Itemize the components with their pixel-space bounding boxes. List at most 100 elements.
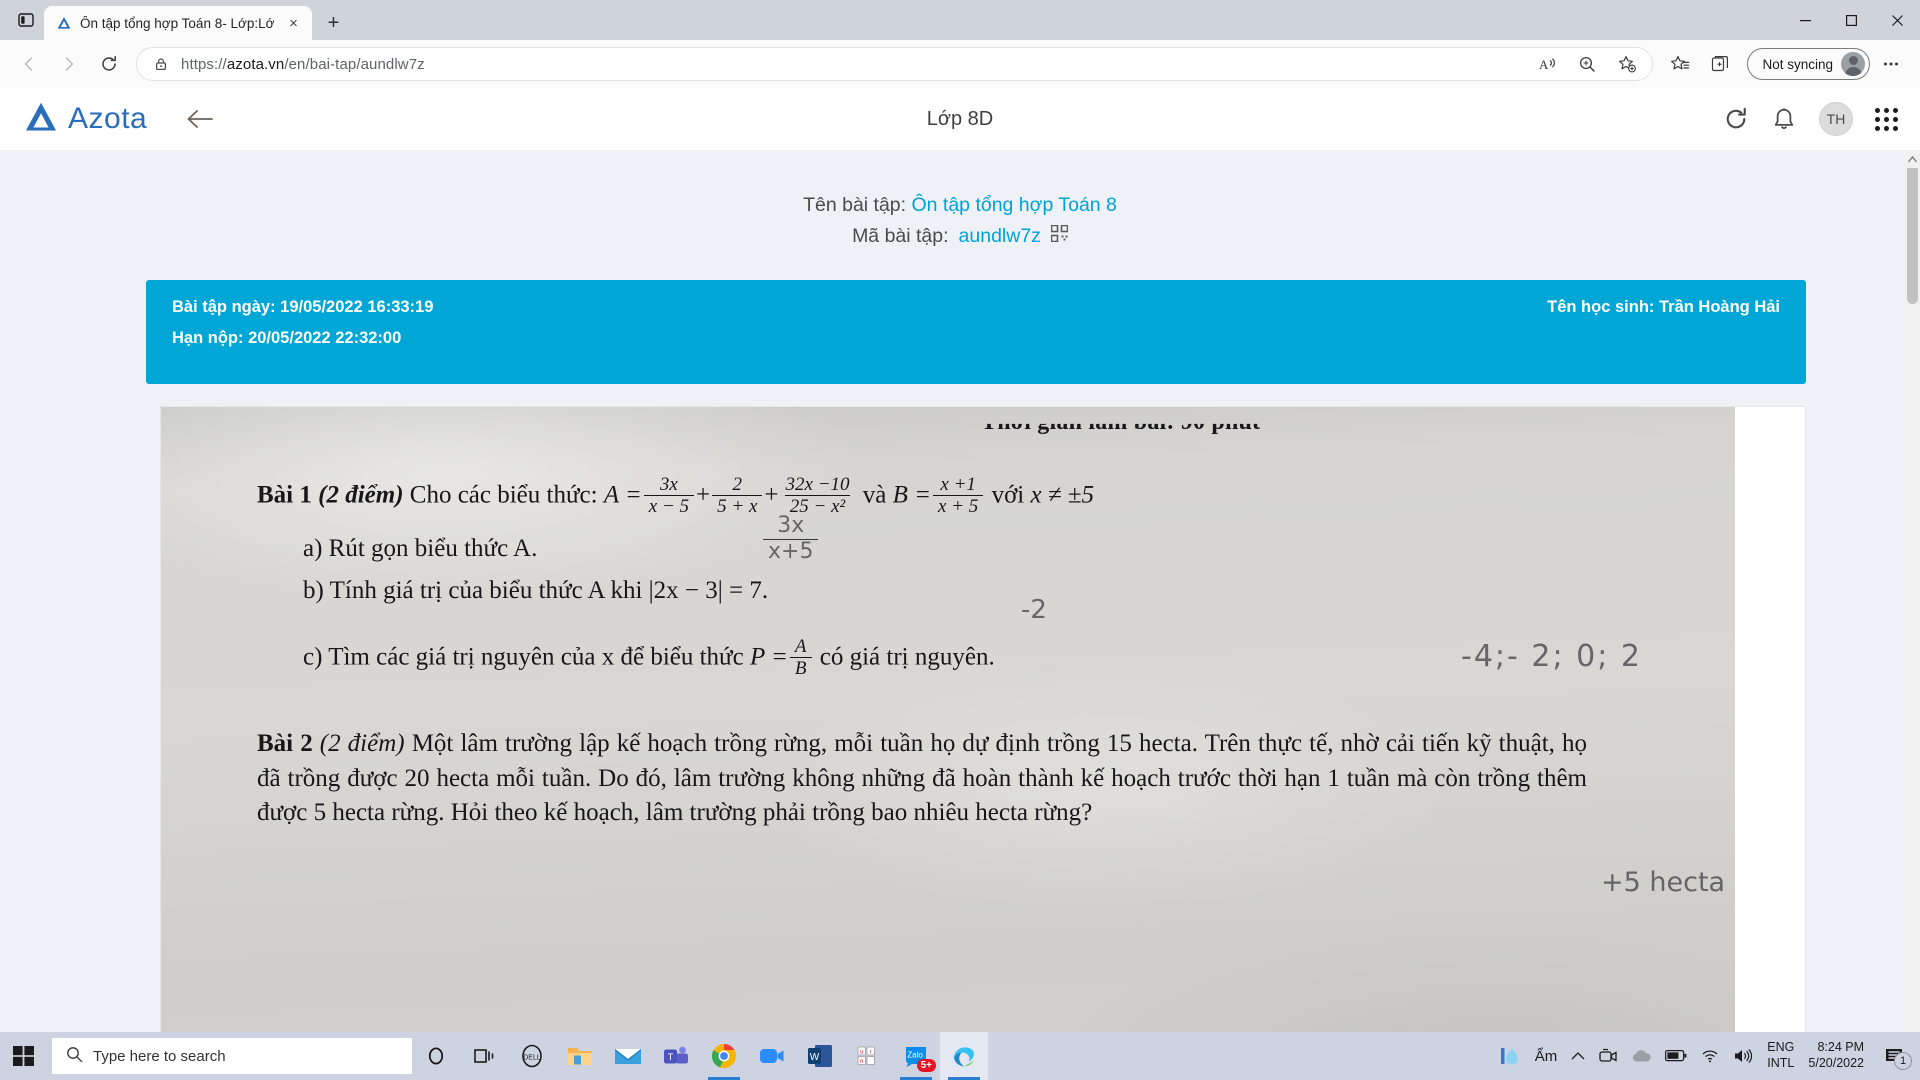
- svg-text:A: A: [1539, 57, 1549, 72]
- assignment-code-value[interactable]: aundlw7z: [959, 225, 1041, 248]
- clock-time: 8:24 PM: [1817, 1040, 1864, 1055]
- browser-titlebar: Ôn tập tổng hợp Toán 8- Lớp:Lớ × +: [0, 0, 1920, 40]
- handwriting-answer-c: -4;- 2; 0; 2: [1461, 639, 1642, 674]
- svg-text:W: W: [810, 1052, 820, 1063]
- mail-icon[interactable]: [604, 1032, 652, 1080]
- onedrive-icon[interactable]: [1631, 1049, 1651, 1063]
- tab-title: Ôn tập tổng hợp Toán 8- Lớp:Lớ: [80, 15, 275, 31]
- search-input[interactable]: Type here to search: [52, 1038, 412, 1074]
- bell-icon[interactable]: [1771, 106, 1797, 132]
- scrollbar-thumb[interactable]: [1907, 154, 1918, 304]
- page-scroll-area: Tên bài tập: Ôn tập tổng hợp Toán 8 Mã b…: [0, 150, 1920, 1032]
- am-label[interactable]: Ẩm: [1535, 1048, 1558, 1065]
- add-favorite-icon[interactable]: [1608, 45, 1646, 83]
- qr-code-icon[interactable]: [1050, 224, 1069, 248]
- assignment-name-value: Ôn tập tổng hợp Toán 8: [911, 194, 1117, 216]
- page-scrollbar[interactable]: [1904, 150, 1920, 1032]
- file-explorer-icon[interactable]: [556, 1032, 604, 1080]
- browser-window: Ôn tập tổng hợp Toán 8- Lớp:Lớ × + https…: [0, 0, 1920, 1080]
- collections-icon[interactable]: [1701, 45, 1739, 83]
- windows-taskbar: Type here to search DELL T W uin Zalo 5+…: [0, 1032, 1920, 1080]
- task-view-icon[interactable]: [460, 1032, 508, 1080]
- svg-text:DELL: DELL: [523, 1055, 541, 1062]
- app-back-button[interactable]: [185, 108, 215, 130]
- doc-frac-1: 3x x − 5: [643, 474, 695, 518]
- doc-frac-2: 25 + x: [712, 474, 763, 518]
- svg-text:i: i: [870, 1050, 871, 1056]
- profile-button[interactable]: Not syncing: [1747, 48, 1870, 80]
- doc-bai2: Bài 2 (2 điểm) Một lâm trường lập kế hoạ…: [257, 727, 1587, 831]
- assignment-code-line: Mã bài tập: aundlw7z: [0, 224, 1920, 248]
- zalo-icon[interactable]: Zalo 5+: [892, 1032, 940, 1080]
- unikey-icon[interactable]: u i n: [844, 1032, 892, 1080]
- doc-bai1-c: c) Tìm các giá trị nguyên của x để biểu …: [303, 636, 995, 681]
- battery-icon[interactable]: [1665, 1050, 1687, 1062]
- doc-frac-4: x +1 x + 5: [933, 474, 984, 518]
- close-icon[interactable]: ×: [282, 12, 304, 34]
- new-tab-button[interactable]: +: [316, 6, 350, 40]
- assignment-info-bar: Bài tập ngày: 19/05/2022 16:33:19 Hạn nộ…: [146, 280, 1806, 384]
- azota-logo-icon: [22, 98, 60, 141]
- doc-bai1-line: Bài 1 (2 điểm) Cho các biểu thức: A = 3x x…: [257, 474, 1677, 519]
- doc-plus-2: +: [764, 481, 779, 509]
- windows-start-icon[interactable]: [0, 1032, 48, 1080]
- doc-voi: với: [991, 481, 1025, 509]
- zalo-badge: 5+: [916, 1059, 936, 1072]
- edge-icon[interactable]: [940, 1032, 988, 1080]
- doc-bai1-b: b) Tính giá trị của biểu thức A khi |2x …: [303, 577, 769, 604]
- back-icon[interactable]: [10, 45, 48, 83]
- teams-icon[interactable]: T: [652, 1032, 700, 1080]
- zoom-icon[interactable]: [748, 1032, 796, 1080]
- zoom-icon[interactable]: [1568, 45, 1606, 83]
- avatar[interactable]: TH: [1819, 102, 1853, 136]
- word-icon[interactable]: W: [796, 1032, 844, 1080]
- azota-logo-text: Azota: [68, 102, 148, 135]
- doc-bai1-c-pre: c) Tìm các giá trị nguyên của x để biểu …: [303, 643, 744, 671]
- chevron-up-icon[interactable]: [1571, 1051, 1585, 1061]
- chrome-icon[interactable]: [700, 1032, 748, 1080]
- handwriting-answer-a: 3x x+5: [761, 513, 820, 565]
- doc-condition: x ≠ ±5: [1030, 481, 1095, 509]
- humidity-icon[interactable]: [1499, 1045, 1521, 1067]
- wifi-icon[interactable]: [1701, 1049, 1719, 1063]
- reload-icon[interactable]: [90, 45, 128, 83]
- svg-text:Zalo: Zalo: [907, 1051, 923, 1060]
- clock[interactable]: 8:24 PM 5/20/2022: [1808, 1040, 1864, 1071]
- window-close-button[interactable]: [1874, 0, 1920, 40]
- doc-bai1-label: Bài 1: [257, 481, 312, 509]
- profile-avatar-icon: [1841, 52, 1865, 76]
- minimize-button[interactable]: [1782, 0, 1828, 40]
- cortana-icon[interactable]: [412, 1032, 460, 1080]
- search-icon: [66, 1046, 83, 1067]
- azota-logo[interactable]: Azota: [22, 98, 147, 141]
- tab-actions-icon[interactable]: [8, 2, 44, 38]
- maximize-button[interactable]: [1828, 0, 1874, 40]
- scrollbar-up-arrow[interactable]: [1904, 150, 1920, 168]
- system-tray: Ẩm ENG INTL 8:24 PM 5/20/2022 1: [1499, 1032, 1920, 1080]
- browser-tab[interactable]: Ôn tập tổng hợp Toán 8- Lớp:Lớ ×: [44, 6, 313, 40]
- lock-icon: [151, 57, 171, 71]
- favorites-icon[interactable]: [1661, 45, 1699, 83]
- clock-date: 5/20/2022: [1808, 1056, 1864, 1070]
- notifications-icon[interactable]: 1: [1878, 1032, 1912, 1080]
- doc-bai2-points: (2 điểm): [319, 730, 405, 757]
- settings-more-icon[interactable]: [1872, 45, 1910, 83]
- address-bar[interactable]: https://azota.vn/en/bai-tap/aundlw7z A: [136, 45, 1654, 83]
- student-name: Tên học sinh: Trần Hoàng Hải: [1547, 298, 1780, 316]
- doc-bai1-B: B =: [892, 481, 932, 509]
- forward-icon[interactable]: [50, 45, 88, 83]
- handwriting-answer-b: -2: [1021, 595, 1047, 625]
- app-header: Azota Lớp 8D TH: [0, 88, 1920, 150]
- refresh-icon[interactable]: [1723, 106, 1749, 132]
- scanned-worksheet-image: Thời gian làm bài: 90 phút Bài 1 (2 điểm…: [161, 407, 1735, 1032]
- volume-icon[interactable]: [1733, 1048, 1753, 1064]
- read-aloud-icon[interactable]: A: [1528, 45, 1566, 83]
- svg-text:T: T: [668, 1052, 674, 1062]
- apps-grid-icon[interactable]: [1875, 107, 1898, 131]
- language-indicator[interactable]: ENG INTL: [1767, 1040, 1794, 1071]
- dell-icon[interactable]: DELL: [508, 1032, 556, 1080]
- camera-icon[interactable]: [1599, 1048, 1617, 1064]
- assignment-document-viewer[interactable]: Thời gian làm bài: 90 phút Bài 1 (2 điểm…: [160, 406, 1806, 1032]
- handwriting-answer-bai2: +5 hecta: [1601, 867, 1726, 898]
- doc-va: và: [862, 481, 887, 509]
